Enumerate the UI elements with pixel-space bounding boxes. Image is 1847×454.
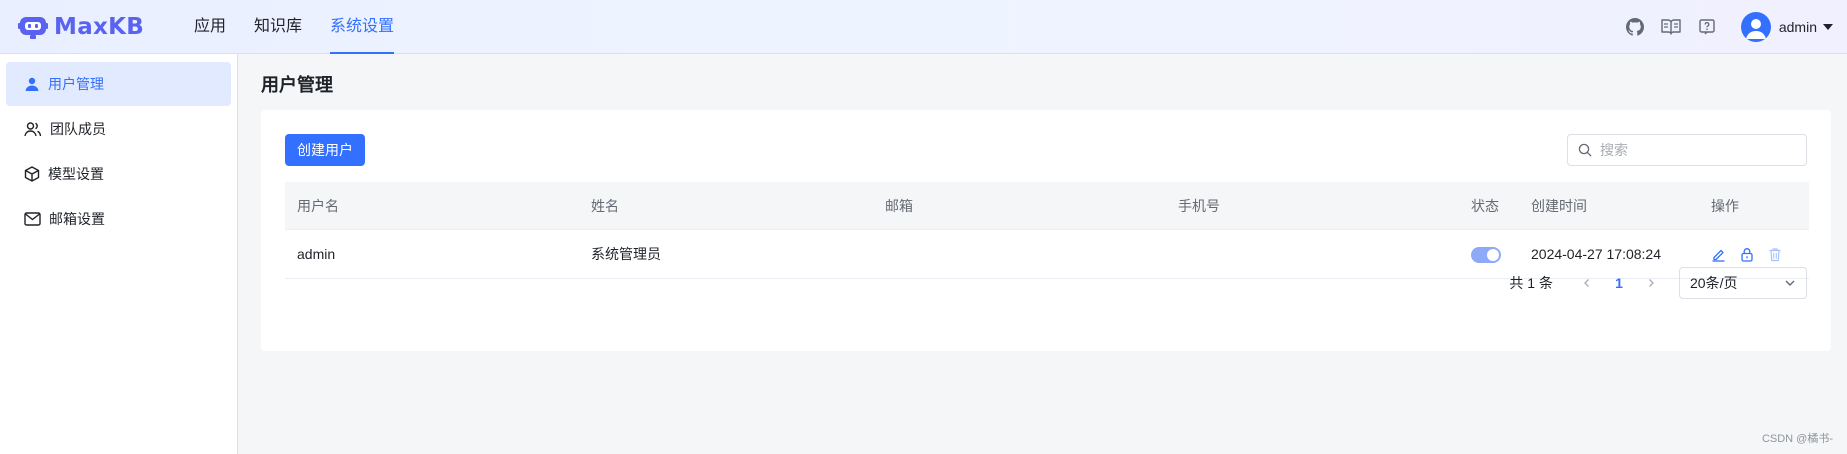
logo-text: MaxKB [54, 14, 145, 40]
nav-item-apps[interactable]: 应用 [194, 0, 226, 54]
top-header: MaxKB 应用 知识库 系统设置 admin [0, 0, 1847, 54]
table-header: 用户名 姓名 邮箱 手机号 状态 创建时间 操作 [285, 182, 1809, 230]
header-actions: admin [1625, 0, 1847, 54]
chevron-down-icon [1823, 24, 1833, 30]
robot-logo-icon [18, 14, 48, 40]
page-title: 用户管理 [261, 75, 333, 95]
mail-icon [24, 212, 41, 226]
column-header-email: 邮箱 [885, 197, 913, 214]
lock-icon[interactable] [1740, 247, 1754, 262]
search-box[interactable] [1567, 134, 1807, 166]
user-table: 用户名 姓名 邮箱 手机号 状态 创建时间 操作 admin 系统管理员 202… [285, 182, 1809, 279]
logo[interactable]: MaxKB [18, 12, 144, 42]
watermark: CSDN @橘书- [1761, 433, 1833, 445]
github-icon[interactable] [1625, 17, 1645, 37]
chevron-down-icon [1785, 280, 1795, 286]
delete-icon[interactable] [1768, 247, 1782, 262]
edit-icon[interactable] [1711, 247, 1726, 262]
next-page-button[interactable] [1635, 267, 1667, 299]
search-icon [1578, 143, 1592, 157]
book-icon[interactable] [1661, 17, 1681, 37]
create-user-button[interactable]: 创建用户 [285, 134, 365, 166]
cell-username: admin [297, 246, 336, 262]
sidebar-item-mail-settings[interactable]: 邮箱设置 [6, 197, 231, 241]
user-menu[interactable]: admin [1740, 12, 1833, 42]
user-list-card: 创建用户 用户名 姓名 邮箱 手机号 状态 创建时间 操作 admin 系统管理… [261, 110, 1831, 351]
team-icon [24, 122, 42, 137]
pagination: 共 1 条 1 20条/页 [1509, 267, 1807, 299]
page-number-current[interactable]: 1 [1603, 267, 1635, 299]
column-header-created: 创建时间 [1531, 197, 1587, 214]
main-nav: 应用 知识库 系统设置 [194, 0, 422, 54]
avatar [1740, 12, 1771, 42]
page-size-select[interactable]: 20条/页 [1679, 267, 1807, 299]
cell-created: 2024-04-27 17:08:24 [1531, 246, 1661, 262]
help-icon[interactable] [1697, 17, 1717, 37]
chevron-right-icon [1649, 279, 1654, 287]
cell-status [1459, 245, 1519, 263]
sidebar-item-label: 团队成员 [50, 121, 106, 137]
sidebar: 用户管理 团队成员 模型设置 邮箱设置 [0, 54, 238, 454]
sidebar-item-team-members[interactable]: 团队成员 [6, 107, 231, 151]
user-icon [25, 77, 39, 91]
column-header-phone: 手机号 [1178, 197, 1220, 214]
sidebar-item-label: 用户管理 [48, 76, 104, 92]
column-header-name: 姓名 [591, 197, 619, 214]
status-toggle[interactable] [1471, 246, 1501, 263]
pagination-total: 共 1 条 [1509, 275, 1553, 291]
search-input[interactable] [1600, 142, 1790, 158]
column-header-actions: 操作 [1711, 197, 1739, 214]
nav-item-system-settings[interactable]: 系统设置 [330, 0, 395, 54]
nav-item-knowledge[interactable]: 知识库 [254, 0, 302, 54]
username: admin [1778, 19, 1817, 35]
page-size-value: 20条/页 [1690, 275, 1738, 291]
sidebar-item-user-management[interactable]: 用户管理 [6, 62, 231, 106]
sidebar-item-label: 邮箱设置 [49, 211, 105, 227]
sidebar-item-label: 模型设置 [48, 166, 104, 182]
column-header-status: 状态 [1471, 197, 1499, 214]
cube-icon [24, 166, 40, 182]
cell-name: 系统管理员 [591, 246, 661, 262]
chevron-left-icon [1584, 279, 1589, 287]
column-header-username: 用户名 [297, 197, 339, 214]
prev-page-button[interactable] [1571, 267, 1603, 299]
sidebar-item-model-settings[interactable]: 模型设置 [6, 152, 231, 196]
cell-actions [1699, 247, 1809, 262]
